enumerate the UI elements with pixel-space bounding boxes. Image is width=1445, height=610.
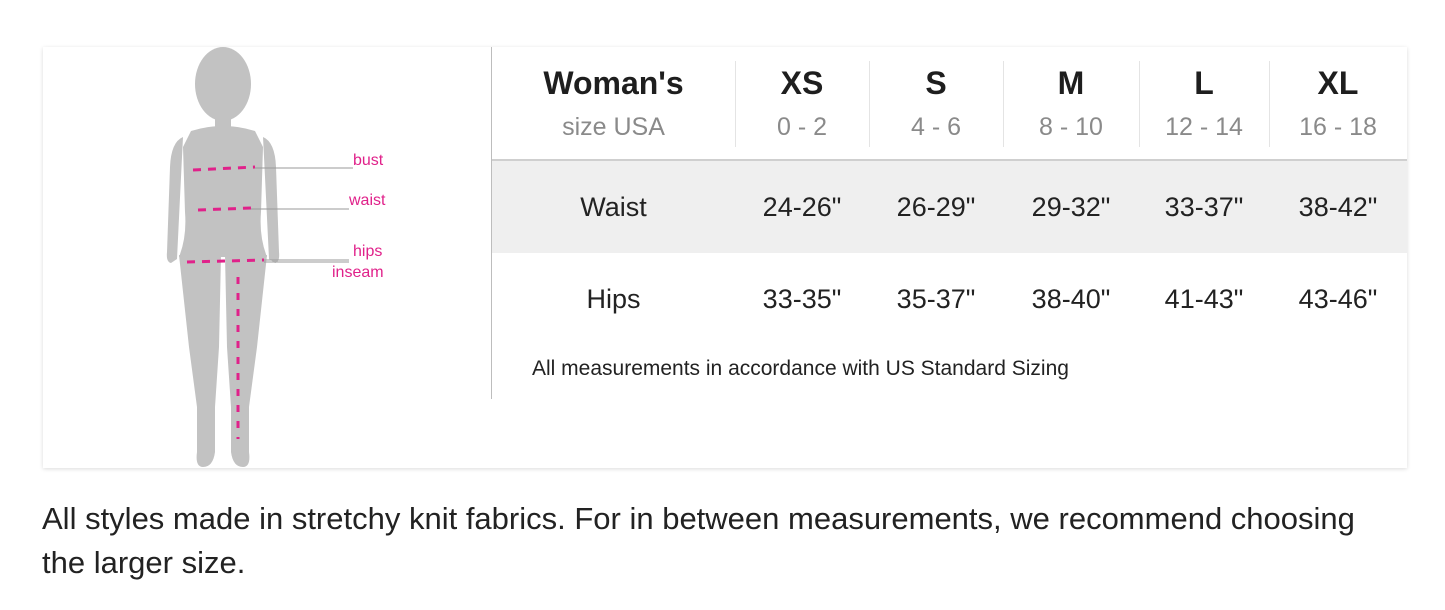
size-range: 12 - 14 [1165,113,1243,141]
body-silhouette-icon [166,47,353,467]
size-name: M [1057,65,1085,101]
row-label: Waist [580,192,647,222]
size-name: XL [1317,65,1359,101]
header-size-xl: XL 16 - 18 [1269,47,1407,159]
table-row-hips: Hips 33-35" 35-37" 38-40" 41-43" 43-46" [492,253,1407,345]
table-cell: 38-42" [1298,192,1378,222]
header-size-xs: XS 0 - 2 [735,47,869,159]
table-cell: 29-32" [1031,192,1111,222]
table-cell: 33-35" [762,284,842,314]
header-size-m: M 8 - 10 [1003,47,1139,159]
header-title: Woman's [543,65,684,101]
table-cell: 38-40" [1031,284,1111,314]
table-header-row: Woman's size USA XS 0 - 2 S 4 - 6 M 8 - … [492,47,1407,161]
size-range: 16 - 18 [1299,113,1377,141]
body-measurement-figure: bust waist hips inseam [143,47,386,468]
table-cell: 41-43" [1164,284,1244,314]
waist-label: waist [349,192,386,209]
size-name: S [925,65,947,101]
header-subtitle: size USA [562,113,665,141]
table-cell: 33-37" [1164,192,1244,222]
size-name: L [1194,65,1214,101]
table-cell: 26-29" [896,192,976,222]
size-range: 8 - 10 [1039,113,1103,141]
header-title-cell: Woman's size USA [492,47,735,159]
header-size-l: L 12 - 14 [1139,47,1269,159]
table-cell: 35-37" [896,284,976,314]
table-cell: 43-46" [1298,284,1378,314]
fabric-note: All styles made in stretchy knit fabrics… [42,501,1355,580]
table-row-waist: Waist 24-26" 26-29" 29-32" 33-37" 38-42" [492,161,1407,253]
sizing-note: All measurements in accordance with US S… [532,357,1069,380]
size-name: XS [780,65,824,101]
header-size-s: S 4 - 6 [869,47,1003,159]
size-chart-card: bust waist hips inseam Woman's size USA … [43,47,1407,468]
table-cell: 24-26" [762,192,842,222]
size-range: 4 - 6 [910,113,962,141]
size-range: 0 - 2 [776,113,828,141]
size-table: Woman's size USA XS 0 - 2 S 4 - 6 M 8 - … [492,47,1407,380]
hips-label: hips [353,243,383,260]
row-label: Hips [586,284,641,314]
bust-label: bust [353,152,384,169]
inseam-label: inseam [332,264,384,281]
